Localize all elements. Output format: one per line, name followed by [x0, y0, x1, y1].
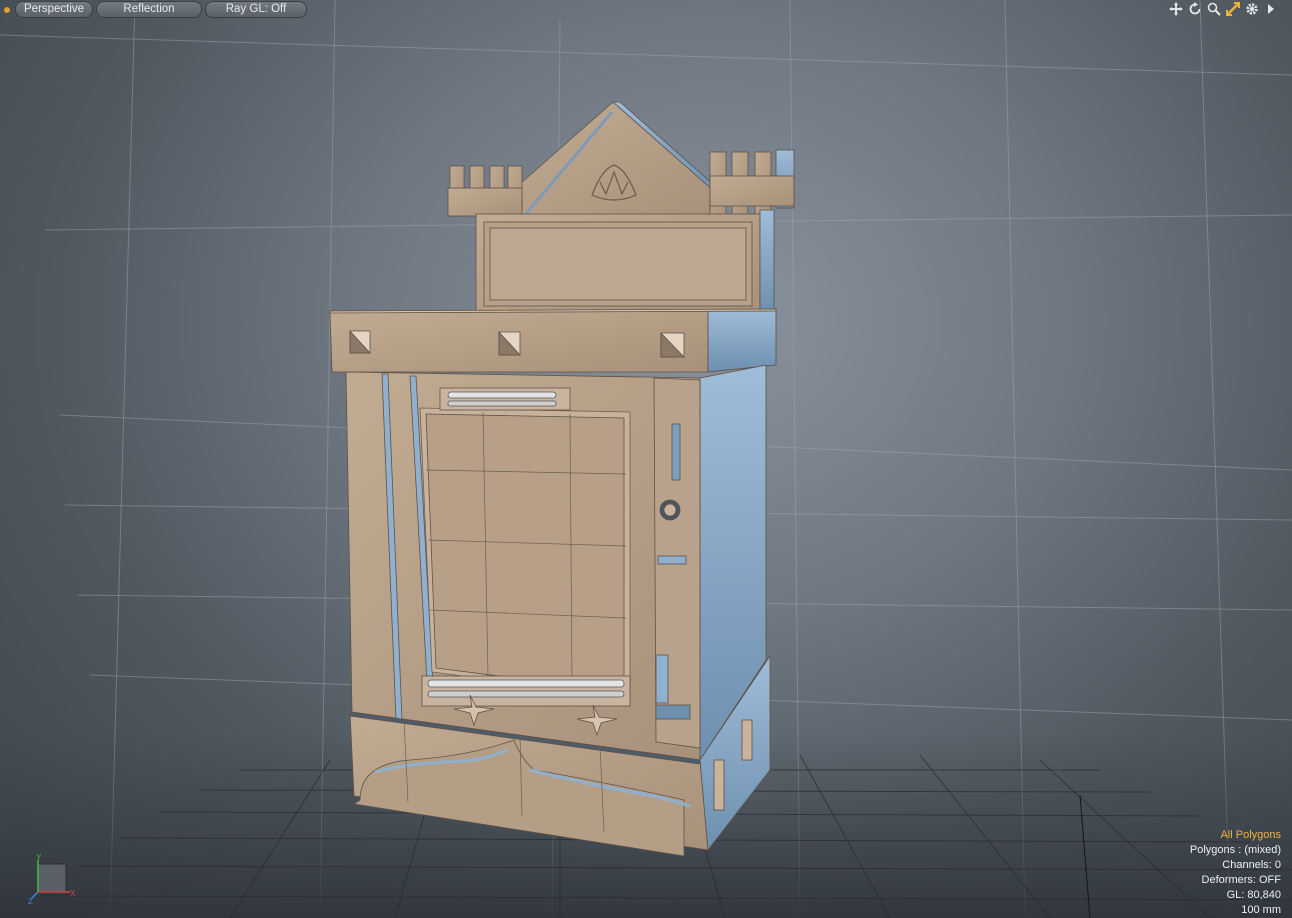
grid-size-label: 100 mm — [1241, 904, 1281, 916]
gl-poly-count: GL: 80,840 — [1226, 889, 1281, 901]
scene-render — [0, 0, 1292, 918]
viewport-toolbar: Perspective Reflection Ray GL: Off — [4, 1, 307, 18]
cabinet-model — [329, 101, 795, 857]
viewport-menu-icon[interactable] — [4, 6, 10, 13]
viewport-nav-tools — [1168, 1, 1278, 16]
3d-viewport[interactable]: Perspective Reflection Ray GL: Off Y X Z… — [0, 0, 1292, 918]
axis-x-label: X — [70, 889, 76, 898]
axis-y-label: Y — [36, 854, 42, 862]
axis-gizmo: Y X Z — [28, 853, 78, 906]
rotate-view-icon[interactable] — [1187, 1, 1202, 16]
view-mode-button[interactable]: Perspective — [15, 1, 93, 18]
more-arrow-icon[interactable] — [1263, 1, 1278, 16]
deformers-status: Deformers: OFF — [1201, 874, 1281, 886]
shading-mode-button[interactable]: Reflection — [96, 1, 202, 18]
channels-count: Channels: 0 — [1222, 859, 1281, 871]
ray-gl-button[interactable]: Ray GL: Off — [205, 1, 307, 18]
viewport-info-overlay: All Polygons Polygons : (mixed) Channels… — [1190, 828, 1281, 918]
move-view-icon[interactable] — [1168, 1, 1183, 16]
selection-mode-label: All Polygons — [1220, 829, 1281, 841]
zoom-view-icon[interactable] — [1206, 1, 1221, 16]
polygons-count: Polygons : (mixed) — [1189, 844, 1281, 856]
settings-gear-icon[interactable] — [1244, 1, 1259, 16]
axis-z-label: Z — [28, 897, 33, 904]
fit-view-icon[interactable] — [1225, 1, 1240, 16]
